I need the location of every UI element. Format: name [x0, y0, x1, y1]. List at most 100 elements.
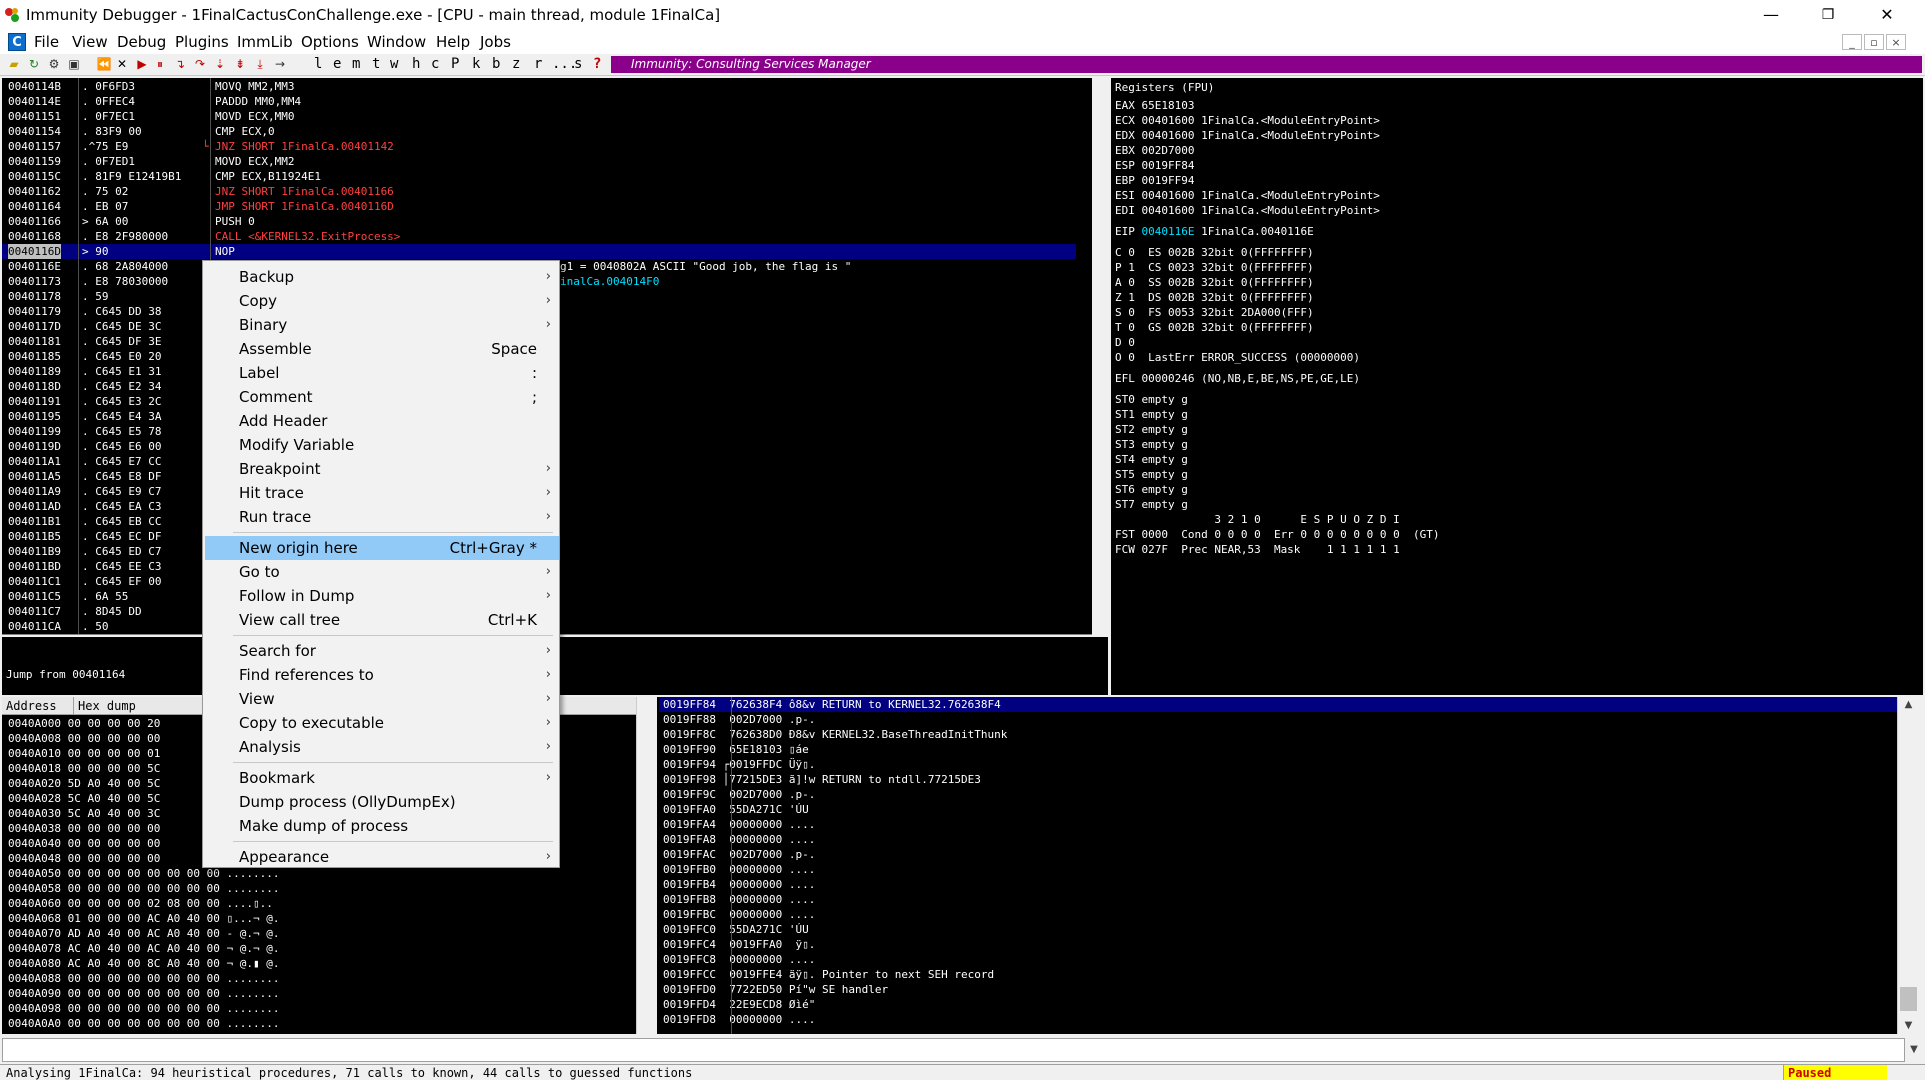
stack-row[interactable]: 0019FFAC 002D7000 .p-.: [659, 847, 1897, 862]
dump-scrollbar[interactable]: ▲ ▼: [636, 697, 638, 1034]
context-menu-item-label[interactable]: Label:: [205, 361, 559, 385]
disasm-row[interactable]: 0040116D > 90 NOP: [2, 244, 1076, 259]
register-line[interactable]: FST 0000 Cond 0 0 0 0 Err 0 0 0 0 0 0 0 …: [1115, 527, 1440, 542]
collapse-icon[interactable]: <: [1716, 78, 1727, 93]
collapse-icon[interactable]: <: [1796, 78, 1807, 93]
context-menu-item-find-references-to[interactable]: Find references to ›: [205, 663, 559, 687]
tb-callstack-button[interactable]: k: [472, 56, 480, 72]
stack-row[interactable]: 0019FFA4 00000000 ....: [659, 817, 1897, 832]
scroll-up-icon[interactable]: ▲: [1898, 697, 1919, 713]
stack-row[interactable]: 0019FFBC 00000000 ....: [659, 907, 1897, 922]
eip-value[interactable]: 0040116E: [1142, 225, 1195, 238]
menu-view[interactable]: View: [72, 33, 108, 51]
collapse-icon[interactable]: <: [1676, 78, 1687, 93]
register-line[interactable]: 3 2 1 0 E S P U O Z D I: [1115, 512, 1440, 527]
step-icon[interactable]: ⚙: [46, 57, 62, 72]
scroll-thumb[interactable]: [1900, 987, 1917, 1011]
stack-row[interactable]: 0019FFC8 00000000 ....: [659, 952, 1897, 967]
register-line[interactable]: EBX 002D7000: [1115, 143, 1440, 158]
context-menu-item-binary[interactable]: Binary ›: [205, 313, 559, 337]
dump-row[interactable]: 0040A078 AC A0 40 00 AC A0 40 00 ¬ @.¬ @…: [8, 941, 280, 956]
menu-file[interactable]: File: [34, 33, 59, 51]
collapse-icon[interactable]: <: [1756, 78, 1767, 93]
stop-icon[interactable]: ✕: [114, 57, 130, 72]
stack-row[interactable]: 0019FF9C 002D7000 .p-.: [659, 787, 1897, 802]
stack-row[interactable]: 0019FFA8 00000000 ....: [659, 832, 1897, 847]
command-dropdown-icon[interactable]: ▼: [1905, 1042, 1923, 1058]
disasm-row[interactable]: 00401157 .^75 E9 └ JNZ SHORT 1FinalCa.00401…: [2, 139, 1076, 154]
cpu-window-icon[interactable]: C: [8, 33, 26, 51]
register-line[interactable]: EBP 0019FF94: [1115, 173, 1440, 188]
dump-row[interactable]: 0040A070 AD A0 40 00 AC A0 40 00 - @.¬ @…: [8, 926, 280, 941]
dump-row[interactable]: 0040A068 01 00 00 00 AC A0 40 00 ▯...¬ @…: [8, 911, 280, 926]
register-line[interactable]: ST5 empty g: [1115, 467, 1440, 482]
restart-icon[interactable]: ↻: [26, 57, 42, 72]
trace-into-icon[interactable]: ⇣: [212, 57, 228, 72]
register-line[interactable]: EFL 00000246 (NO,NB,E,BE,NS,PE,GE,LE): [1115, 371, 1440, 386]
tb-patches-button[interactable]: P: [451, 56, 459, 72]
stack-row[interactable]: 0019FFCC 0019FFE4 äÿ▯. Pointer to next S…: [659, 967, 1897, 982]
register-line[interactable]: ESP 0019FF84: [1115, 158, 1440, 173]
stack-scrollbar[interactable]: ▲ ▼: [1897, 697, 1919, 1034]
context-menu-item-view-call-tree[interactable]: View call tree Ctrl+K: [205, 608, 559, 632]
register-line[interactable]: EAX 65E18103: [1115, 98, 1440, 113]
disasm-row[interactable]: 00401159 . 0F7ED1 MOVD ECX,MM2: [2, 154, 1076, 169]
context-menu-item-hit-trace[interactable]: Hit trace ›: [205, 481, 559, 505]
context-menu-item-copy[interactable]: Copy ›: [205, 289, 559, 313]
collapse-icon[interactable]: <: [1556, 78, 1567, 93]
register-line[interactable]: ECX 00401600 1FinalCa.<ModuleEntryPoint>: [1115, 113, 1440, 128]
stack-row[interactable]: 0019FFB4 00000000 ....: [659, 877, 1897, 892]
register-line[interactable]: ESI 00401600 1FinalCa.<ModuleEntryPoint>: [1115, 188, 1440, 203]
register-line[interactable]: ST4 empty g: [1115, 452, 1440, 467]
context-menu-item-assemble[interactable]: Assemble Space: [205, 337, 559, 361]
step-into-icon[interactable]: ↴: [172, 57, 188, 72]
context-menu-item-view[interactable]: View ›: [205, 687, 559, 711]
step-over-icon[interactable]: ↷: [192, 57, 208, 72]
menu-window[interactable]: Window: [367, 33, 426, 51]
context-menu-item-follow-in-dump[interactable]: Follow in Dump ›: [205, 584, 559, 608]
context-menu-item-make-dump-of-process[interactable]: Make dump of process: [205, 814, 559, 838]
trace-over-icon[interactable]: ⇟: [232, 57, 248, 72]
stack-row[interactable]: 0019FFA0 55DA271C 'ÚU: [659, 802, 1897, 817]
register-line[interactable]: ST6 empty g: [1115, 482, 1440, 497]
close-button[interactable]: ✕: [1859, 0, 1915, 30]
context-menu-item-search-for[interactable]: Search for ›: [205, 639, 559, 663]
dump-row[interactable]: 0040A088 00 00 00 00 00 00 00 00 .......…: [8, 971, 280, 986]
register-line[interactable]: C 0 ES 002B 32bit 0(FFFFFFFF): [1115, 245, 1440, 260]
context-menu-item-go-to[interactable]: Go to ›: [205, 560, 559, 584]
context-menu-item-bookmark[interactable]: Bookmark ›: [205, 766, 559, 790]
scroll-down-icon[interactable]: ▼: [637, 1018, 638, 1034]
menu-jobs[interactable]: Jobs: [480, 33, 511, 51]
command-input[interactable]: [2, 1038, 1905, 1062]
tb-windows-button[interactable]: w: [390, 56, 398, 72]
collapse-icon[interactable]: <: [1636, 78, 1647, 93]
collapse-icon[interactable]: <: [1876, 78, 1887, 93]
dump-row[interactable]: 0040A060 00 00 00 00 02 08 00 00 ....▯..: [8, 896, 280, 911]
rewind-icon[interactable]: ⏪: [96, 57, 112, 72]
register-line[interactable]: ST2 empty g: [1115, 422, 1440, 437]
dump-row[interactable]: 0040A0A0 00 00 00 00 00 00 00 00 .......…: [8, 1016, 280, 1031]
disasm-row[interactable]: 00401151 . 0F7EC1 MOVD ECX,MM0: [2, 109, 1076, 124]
stack-row[interactable]: 0019FFD8 00000000 ....: [659, 1012, 1897, 1027]
scroll-down-icon[interactable]: ▼: [1898, 1018, 1919, 1034]
disasm-row[interactable]: 0040114B . 0F6FD3 MOVQ MM2,MM3: [2, 79, 1076, 94]
dump-row[interactable]: 0040A080 AC A0 40 00 8C A0 40 00 ¬ @.▮ @…: [8, 956, 280, 971]
stack-row[interactable]: 0019FFD0 7722ED50 Pí"w SE handler: [659, 982, 1897, 997]
menu-debug[interactable]: Debug: [117, 33, 166, 51]
close-file-icon[interactable]: ▣: [66, 57, 82, 72]
mdi-minimize-button[interactable]: _: [1842, 34, 1862, 50]
context-menu-item-add-header[interactable]: Add Header: [205, 409, 559, 433]
register-line[interactable]: D 0: [1115, 335, 1440, 350]
stack-row[interactable]: 0019FF8C 762638D0 Ð8&v KERNEL32.BaseThre…: [659, 727, 1897, 742]
restore-button[interactable]: ❐: [1800, 0, 1856, 30]
tb-memory-button[interactable]: m: [352, 56, 360, 72]
scroll-up-icon[interactable]: ▲: [637, 697, 638, 713]
collapse-icon[interactable]: <: [1516, 78, 1527, 93]
mdi-close-button[interactable]: ×: [1886, 34, 1906, 50]
register-line[interactable]: Z 1 DS 002B 32bit 0(FFFFFFFF): [1115, 290, 1440, 305]
register-line[interactable]: O 0 LastErr ERROR_SUCCESS (00000000): [1115, 350, 1440, 365]
stack-row[interactable]: 0019FFB8 00000000 ....: [659, 892, 1897, 907]
stack-row[interactable]: 0019FF88 002D7000 .p-.: [659, 712, 1897, 727]
collapse-icon[interactable]: <: [1436, 78, 1447, 93]
pause-icon[interactable]: ⏸: [152, 57, 168, 72]
